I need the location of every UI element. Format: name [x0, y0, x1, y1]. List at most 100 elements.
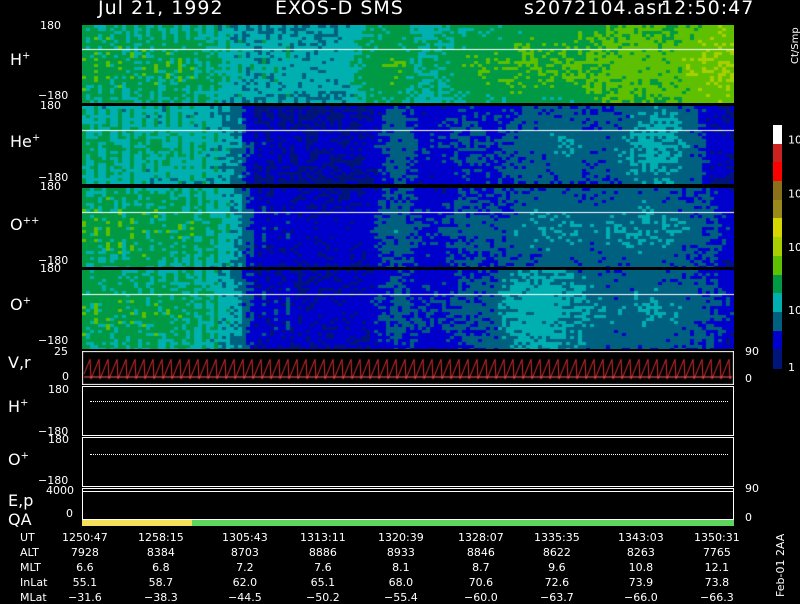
spectrogram-o-plusplus — [82, 188, 734, 267]
qa-bar-green — [192, 520, 734, 526]
line-o-plus-ymax: 180 — [48, 433, 69, 446]
colorbar-segment — [773, 143, 782, 164]
table-cell: 6.8 — [152, 561, 170, 574]
table-cell: 62.0 — [232, 576, 258, 589]
panel-label-vr: V,r — [8, 353, 31, 372]
colorbar-segment — [773, 274, 782, 295]
row-label-alt: ALT — [20, 546, 39, 559]
ep-right: 90 — [745, 482, 759, 495]
colorbar-segment — [773, 125, 782, 145]
table-cell: 8263 — [626, 546, 655, 559]
colorbar — [773, 125, 782, 369]
spectrogram-o-plus — [82, 270, 734, 349]
line-label-h-plus: H+ — [8, 397, 29, 416]
qa-ymin: 0 — [66, 507, 73, 520]
panel-o-plus-ymax: 180 — [40, 262, 61, 275]
table-row-labels: UT ALT MLT InLat MLat — [20, 532, 47, 603]
panel-label-qa: QA — [8, 510, 32, 529]
footer-note: Feb-01 2AA — [774, 533, 787, 597]
colorbar-unit: Ct/Smp — [790, 27, 800, 64]
qa-right: 0 — [745, 511, 752, 524]
table-column: 1350:31 7765 12.1 73.8 −66.3 — [694, 532, 740, 603]
line-panel-h-plus — [82, 386, 734, 436]
table-cell: −50.2 — [305, 591, 340, 604]
table-column: 1328:07 8846 8.7 70.6 −60.0 — [458, 532, 504, 603]
table-column: 1335:35 8622 9.6 72.6 −63.7 — [534, 532, 580, 603]
spectrogram-he-plus — [82, 106, 734, 184]
table-cell: 10.8 — [628, 561, 654, 574]
table-cell: −38.3 — [143, 591, 178, 604]
table-cell: 8622 — [542, 546, 571, 559]
row-label-mlat: MLat — [20, 591, 47, 604]
qa-bar-yellow — [82, 520, 192, 526]
row-label-mlt: MLT — [20, 561, 41, 574]
panel-h-plus-ymax: 180 — [40, 19, 61, 32]
line-h-plus-trace — [90, 401, 728, 402]
cb-tick-10-4: 104 — [788, 133, 800, 147]
colorbar-segment — [773, 293, 782, 313]
table-cell: 65.1 — [310, 576, 336, 589]
table-column: 1250:47 7928 6.6 55.1 −31.6 — [62, 532, 108, 603]
table-cell: 70.6 — [468, 576, 494, 589]
colorbar-segment — [773, 349, 782, 369]
table-cell: 8933 — [386, 546, 415, 559]
colorbar-segment — [773, 199, 782, 220]
vr-ymax: 25 — [54, 345, 68, 358]
row-label-ut: UT — [20, 531, 35, 544]
colorbar-segment — [773, 311, 782, 332]
table-cell: 6.6 — [76, 561, 94, 574]
table-cell: 8.7 — [472, 561, 490, 574]
table-cell: 1335:35 — [534, 531, 580, 544]
ep-panel — [82, 488, 734, 520]
table-cell: 1350:31 — [694, 531, 740, 544]
panel-he-plus-ymax: 180 — [40, 99, 61, 112]
colorbar-segment — [773, 330, 782, 351]
table-cell: 8.1 — [392, 561, 410, 574]
vr-right-max: 90 — [745, 345, 759, 358]
row-label-inlat: InLat — [20, 576, 48, 589]
ep-trace — [83, 491, 733, 492]
vr-ymin: 0 — [62, 370, 69, 383]
table-cell: 1258:15 — [138, 531, 184, 544]
vr-right-min: 0 — [745, 372, 752, 385]
table-cell: 8384 — [146, 546, 175, 559]
line-panel-o-plus — [82, 437, 734, 487]
cb-tick-1: 1 — [788, 361, 795, 374]
table-cell: 1313:11 — [300, 531, 346, 544]
table-cell: 55.1 — [72, 576, 98, 589]
table-cell: 7.6 — [314, 561, 332, 574]
panel-label-ep: E,p — [8, 491, 34, 510]
table-column: 1305:43 8703 7.2 62.0 −44.5 — [222, 532, 268, 603]
line-h-plus-ymax: 180 — [48, 383, 69, 396]
table-cell: −31.6 — [67, 591, 102, 604]
table-cell: 1343:03 — [618, 531, 664, 544]
table-cell: 8886 — [308, 546, 337, 559]
panel-o-plusplus-ymax: 180 — [40, 180, 61, 193]
table-cell: −63.7 — [539, 591, 574, 604]
panel-label-o-plus: O+ — [10, 295, 31, 314]
table-cell: 73.8 — [704, 576, 730, 589]
table-column: 1320:39 8933 8.1 68.0 −55.4 — [378, 532, 424, 603]
vr-trace — [82, 351, 734, 385]
line-label-o-plus: O+ — [8, 450, 29, 469]
panel-label-h-plus: H+ — [10, 50, 31, 69]
table-cell: 68.0 — [388, 576, 414, 589]
cb-tick-100: 100 — [788, 241, 800, 254]
panel-label-o-plusplus: O++ — [10, 215, 40, 234]
table-cell: 1320:39 — [378, 531, 424, 544]
table-cell: 1328:07 — [458, 531, 504, 544]
table-cell: −44.5 — [227, 591, 262, 604]
table-cell: −66.3 — [699, 591, 734, 604]
table-cell: 7765 — [702, 546, 731, 559]
table-cell: 1250:47 — [62, 531, 108, 544]
table-cell: 58.7 — [148, 576, 174, 589]
table-cell: 7.2 — [236, 561, 254, 574]
table-cell: 9.6 — [548, 561, 566, 574]
spectrogram-area: H+ 180 −180 He+ 180 −180 O++ 180 −180 O+… — [0, 0, 800, 350]
table-column: 1313:11 8886 7.6 65.1 −50.2 — [300, 532, 346, 603]
ep-ymax: 4000 — [46, 484, 74, 497]
table-cell: 1305:43 — [222, 531, 268, 544]
table-cell: 72.6 — [544, 576, 570, 589]
colorbar-segment — [773, 162, 782, 183]
cb-tick-10: 10 — [788, 304, 800, 317]
